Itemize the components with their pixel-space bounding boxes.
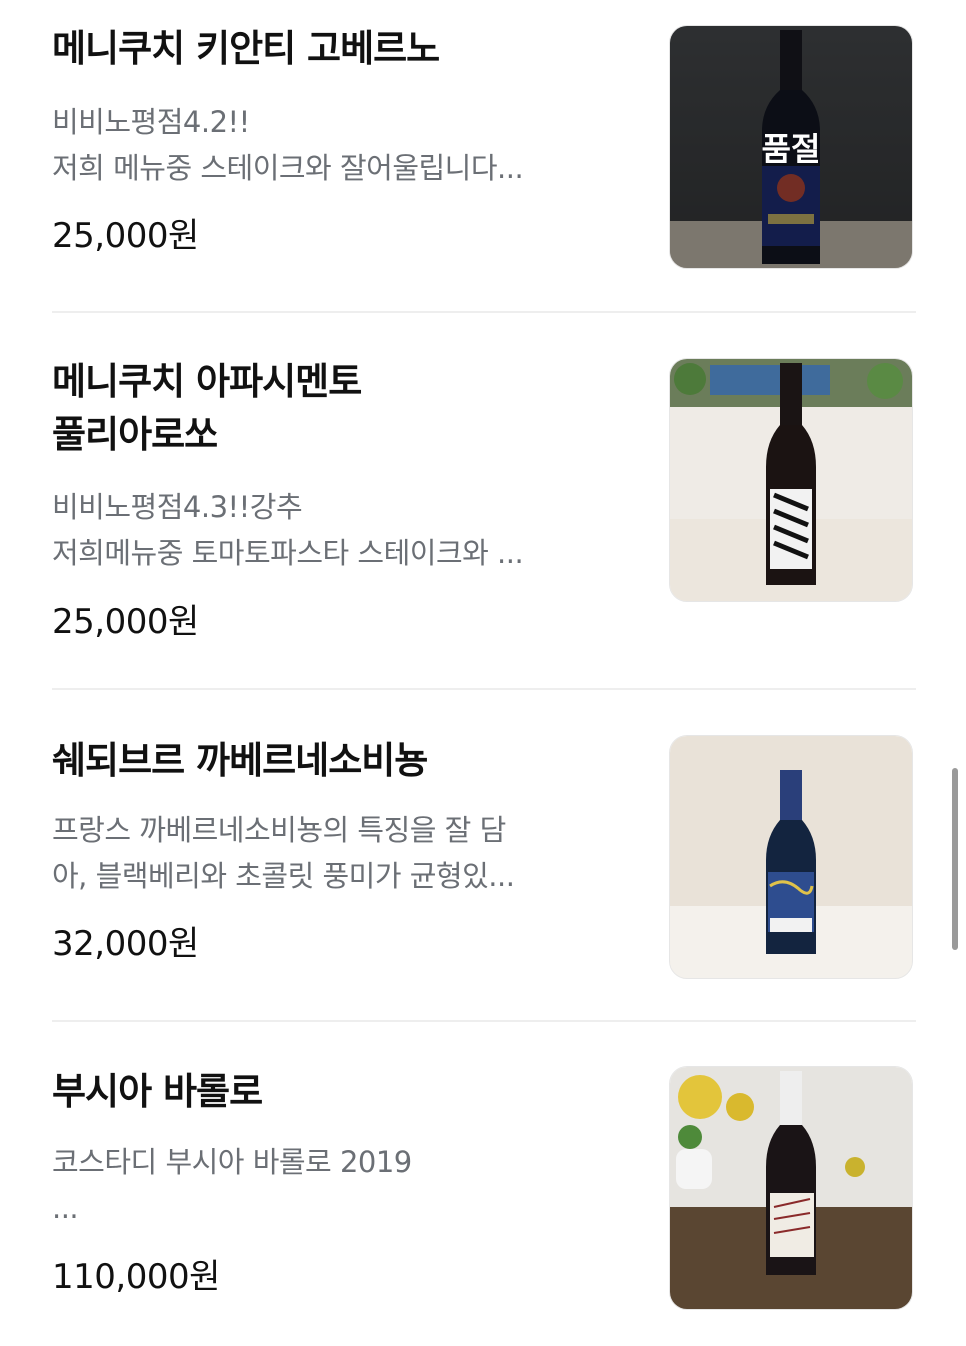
divider <box>52 311 916 313</box>
menu-item-price: 32,000원 <box>52 924 199 964</box>
menu-item-image <box>669 358 913 602</box>
menu-item[interactable]: 메니쿠치 아파시멘토 풀리아로쏘 비비노평점4.3!!강추 저희메뉴중 토마토파… <box>52 314 916 688</box>
name-line: 풀리아로쏘 <box>52 413 218 456</box>
description-line: 비비노평점4.3!!강추 <box>52 490 303 524</box>
menu-item-image <box>669 735 913 979</box>
description-line: 아, 블랙베리와 초콜릿 풍미가 균형있... <box>52 859 515 893</box>
wine-bottle-image <box>670 1067 912 1309</box>
name-line: 메니쿠치 아파시멘토 <box>52 360 362 403</box>
description-line: 코스타디 부시아 바롤로 2019 <box>52 1145 412 1179</box>
description-line: 프랑스 까베르네소비뇽의 특징을 잘 담 <box>52 813 506 847</box>
wine-bottle-image <box>670 359 912 601</box>
menu-item-name: 메니쿠치 아파시멘토 풀리아로쏘 <box>52 355 632 461</box>
description-line: 비비노평점4.2!! <box>52 105 250 139</box>
description-line: ... <box>52 1191 79 1225</box>
menu-item-price: 25,000원 <box>52 602 199 642</box>
menu-item-name: 부시아 바롤로 <box>52 1070 263 1113</box>
menu-item[interactable]: 부시아 바롤로 코스타디 부시아 바롤로 2019 ... 110,000원 <box>52 1022 916 1346</box>
menu-item-name: 메니쿠치 키안티 고베르노 <box>52 27 440 70</box>
sold-out-overlay: 품절 <box>670 26 912 268</box>
menu-item-description: 코스타디 부시아 바롤로 2019 ... <box>52 1139 612 1231</box>
menu-item[interactable]: 메니쿠치 키안티 고베르노 비비노평점4.2!! 저희 메뉴중 스테이크와 잘어… <box>52 0 916 312</box>
description-line: 저희 메뉴중 스테이크와 잘어울립니다... <box>52 151 524 185</box>
menu-item-name: 쉐되브르 까베르네소비뇽 <box>52 739 428 782</box>
menu-item-price: 110,000원 <box>52 1257 220 1297</box>
menu-item-price: 25,000원 <box>52 216 199 256</box>
menu-item-description: 비비노평점4.3!!강추 저희메뉴중 토마토파스타 스테이크와 ... <box>52 484 612 576</box>
scrollbar[interactable] <box>952 768 958 950</box>
description-line: 저희메뉴중 토마토파스타 스테이크와 ... <box>52 536 524 570</box>
wine-bottle-image <box>670 736 912 978</box>
menu-item-image <box>669 1066 913 1310</box>
menu-item-description: 프랑스 까베르네소비뇽의 특징을 잘 담 아, 블랙베리와 초콜릿 풍미가 균형… <box>52 807 612 899</box>
menu-item-image: 품절 <box>669 25 913 269</box>
menu-item[interactable]: 쉐되브르 까베르네소비뇽 프랑스 까베르네소비뇽의 특징을 잘 담 아, 블랙베… <box>52 690 916 1020</box>
menu-item-description: 비비노평점4.2!! 저희 메뉴중 스테이크와 잘어울립니다... <box>52 99 612 191</box>
